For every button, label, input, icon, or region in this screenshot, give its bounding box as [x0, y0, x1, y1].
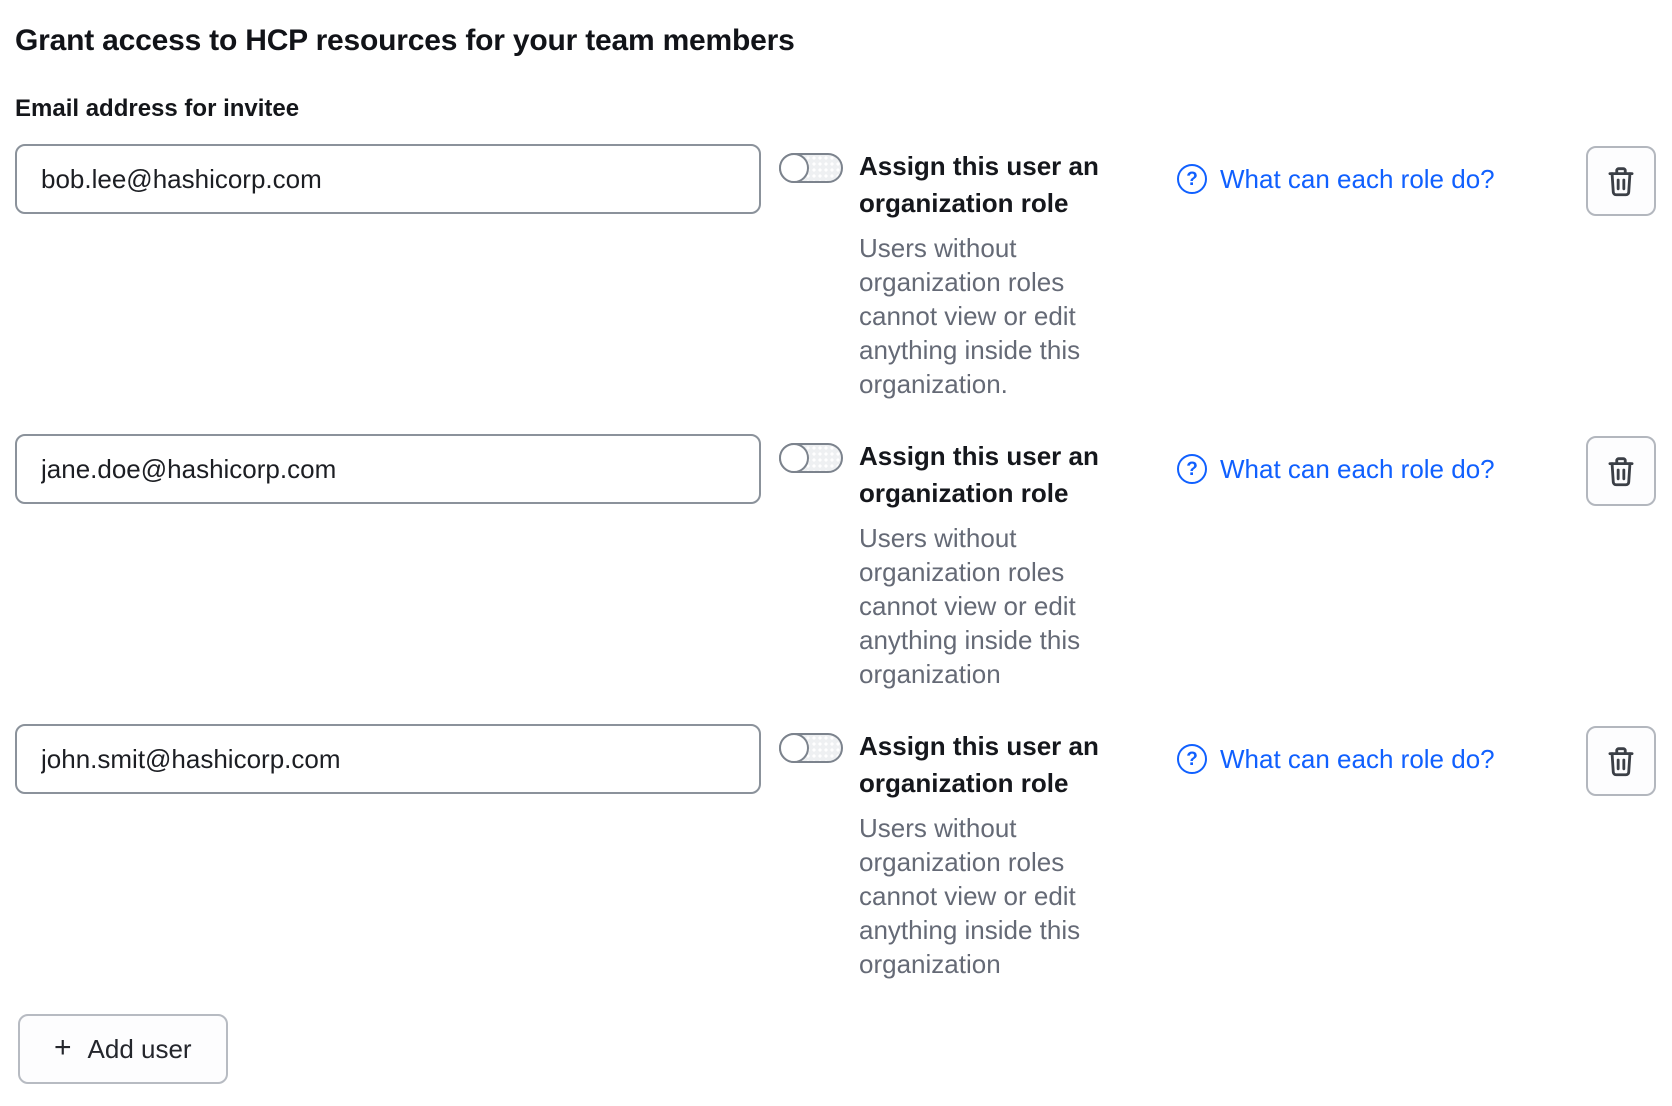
add-user-label: Add user — [88, 1034, 192, 1065]
email-address-label: Email address for invitee — [15, 94, 1656, 124]
role-text-column: Assign this user an organization role Us… — [859, 438, 1137, 691]
invitee-email-input[interactable] — [15, 144, 761, 214]
role-text-column: Assign this user an organization role Us… — [859, 148, 1137, 401]
role-help-link-group: ? What can each role do? — [1177, 744, 1555, 774]
role-helper-text: Users without organization roles cannot … — [859, 231, 1137, 401]
delete-invitee-button[interactable] — [1586, 436, 1656, 506]
role-help-link-group: ? What can each role do? — [1177, 454, 1555, 484]
org-role-toggle[interactable] — [779, 733, 843, 763]
invitee-row: Assign this user an organization role Us… — [15, 434, 1656, 691]
trash-icon — [1604, 164, 1638, 198]
page-title: Grant access to HCP resources for your t… — [15, 20, 1656, 62]
role-info-link[interactable]: What can each role do? — [1220, 164, 1495, 194]
question-circle-icon[interactable]: ? — [1177, 164, 1207, 194]
toggle-knob-icon — [779, 153, 809, 183]
role-help-link-group: ? What can each role do? — [1177, 164, 1555, 194]
delete-invitee-button[interactable] — [1586, 726, 1656, 796]
invite-users-form: Grant access to HCP resources for your t… — [15, 20, 1656, 1084]
role-helper-text: Users without organization roles cannot … — [859, 521, 1137, 691]
assign-role-label: Assign this user an organization role — [859, 438, 1137, 512]
toggle-knob-icon — [779, 443, 809, 473]
trash-icon — [1604, 454, 1638, 488]
trash-icon — [1604, 744, 1638, 778]
toggle-knob-icon — [779, 733, 809, 763]
add-user-button[interactable]: + Add user — [18, 1014, 228, 1084]
role-info-link[interactable]: What can each role do? — [1220, 744, 1495, 774]
invitee-row: Assign this user an organization role Us… — [15, 144, 1656, 401]
org-role-toggle[interactable] — [779, 153, 843, 183]
assign-role-label: Assign this user an organization role — [859, 728, 1137, 802]
assign-role-label: Assign this user an organization role — [859, 148, 1137, 222]
invitee-row: Assign this user an organization role Us… — [15, 724, 1656, 981]
question-circle-icon[interactable]: ? — [1177, 744, 1207, 774]
role-helper-text: Users without organization roles cannot … — [859, 811, 1137, 981]
role-text-column: Assign this user an organization role Us… — [859, 728, 1137, 981]
role-info-link[interactable]: What can each role do? — [1220, 454, 1495, 484]
invitee-email-input[interactable] — [15, 724, 761, 794]
invitee-email-input[interactable] — [15, 434, 761, 504]
org-role-toggle[interactable] — [779, 443, 843, 473]
question-circle-icon[interactable]: ? — [1177, 454, 1207, 484]
delete-invitee-button[interactable] — [1586, 146, 1656, 216]
plus-icon: + — [54, 1033, 72, 1063]
